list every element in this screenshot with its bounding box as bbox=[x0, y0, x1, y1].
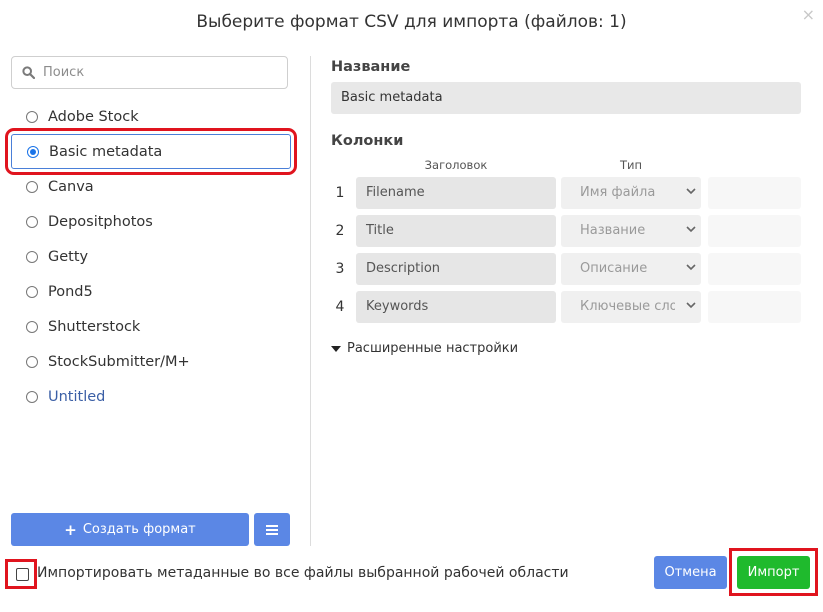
column-type-select[interactable]: Имя файла bbox=[561, 177, 701, 209]
columns-label: Колонки bbox=[331, 133, 404, 149]
column-type-value: Описание bbox=[580, 261, 648, 276]
radio-button[interactable] bbox=[26, 320, 38, 333]
chevron-down-icon bbox=[686, 264, 696, 271]
column-extra-field[interactable] bbox=[708, 291, 801, 323]
column-type-value: Название bbox=[580, 223, 646, 238]
format-label: Adobe Stock bbox=[48, 108, 139, 125]
row-number: 2 bbox=[335, 223, 345, 239]
radio-button[interactable] bbox=[26, 390, 38, 403]
format-label: Basic metadata bbox=[49, 143, 163, 160]
format-label: Pond5 bbox=[48, 283, 93, 300]
radio-button[interactable] bbox=[26, 215, 38, 228]
column-header-field[interactable]: Filename bbox=[356, 177, 556, 209]
import-button-highlight: Импорт bbox=[729, 548, 818, 596]
create-format-label: Создать формат bbox=[82, 522, 196, 537]
column-type-select[interactable]: Название bbox=[561, 215, 701, 247]
row-number: 1 bbox=[335, 185, 345, 201]
import-all-checkbox[interactable] bbox=[16, 568, 29, 581]
cancel-button[interactable]: Отмена bbox=[654, 556, 727, 589]
format-label: Getty bbox=[48, 248, 89, 265]
caret-down-icon bbox=[331, 345, 341, 352]
format-item-basic-metadata[interactable]: Basic metadata bbox=[5, 128, 297, 175]
column-type-select[interactable]: Описание bbox=[561, 253, 701, 285]
column-row: 3 Description Описание bbox=[331, 253, 801, 285]
format-label: Shutterstock bbox=[48, 318, 141, 335]
format-list: Adobe Stock Basic metadata Canva Deposit… bbox=[5, 99, 297, 414]
column-type-select[interactable]: Ключевые слова bbox=[561, 291, 701, 323]
search-input[interactable] bbox=[41, 64, 275, 81]
column-row: 2 Title Название bbox=[331, 215, 801, 247]
format-item-depositphotos[interactable]: Depositphotos bbox=[11, 204, 291, 239]
dialog-title: Выберите формат CSV для импорта (файлов:… bbox=[196, 12, 627, 32]
column-row: 1 Filename Имя файла bbox=[331, 177, 801, 209]
import-all-checkbox-label[interactable]: Импортировать метаданные во все файлы вы… bbox=[37, 565, 569, 581]
column-row: 4 Keywords Ключевые слова bbox=[331, 291, 801, 323]
format-item-adobe-stock[interactable]: Adobe Stock bbox=[11, 99, 291, 134]
panel-divider bbox=[310, 56, 311, 546]
format-menu-button[interactable] bbox=[254, 513, 290, 546]
format-item-shutterstock[interactable]: Shutterstock bbox=[11, 309, 291, 344]
chevron-down-icon bbox=[686, 302, 696, 309]
format-item-untitled[interactable]: Untitled bbox=[11, 379, 291, 414]
name-label: Название bbox=[331, 59, 411, 75]
radio-button[interactable] bbox=[27, 145, 39, 158]
radio-button[interactable] bbox=[26, 110, 38, 123]
close-icon[interactable]: × bbox=[802, 5, 815, 24]
hamburger-menu-icon bbox=[266, 524, 278, 535]
advanced-settings-label: Расширенные настройки bbox=[347, 341, 519, 356]
format-item-stocksubmitter[interactable]: StockSubmitter/M+ bbox=[11, 344, 291, 379]
format-item-getty[interactable]: Getty bbox=[11, 239, 291, 274]
radio-button[interactable] bbox=[26, 180, 38, 193]
format-label: Depositphotos bbox=[48, 213, 153, 230]
column-header-field[interactable]: Keywords bbox=[356, 291, 556, 323]
plus-icon: + bbox=[64, 520, 77, 539]
column-type-value: Имя файла bbox=[580, 185, 656, 200]
column-extra-field[interactable] bbox=[708, 253, 801, 285]
search-icon bbox=[22, 66, 35, 79]
format-label: StockSubmitter/M+ bbox=[48, 353, 190, 370]
radio-button[interactable] bbox=[26, 285, 38, 298]
chevron-down-icon bbox=[686, 226, 696, 233]
column-type-value: Ключевые слова bbox=[580, 299, 675, 314]
column-extra-field[interactable] bbox=[708, 177, 801, 209]
chevron-down-icon bbox=[686, 188, 696, 195]
format-label: Untitled bbox=[48, 388, 106, 405]
format-label: Canva bbox=[48, 178, 94, 195]
column-header-field[interactable]: Title bbox=[356, 215, 556, 247]
format-item-canva[interactable]: Canva bbox=[11, 169, 291, 204]
create-format-button[interactable]: + Создать формат bbox=[11, 513, 249, 546]
import-all-checkbox-highlight bbox=[5, 559, 37, 589]
search-box[interactable] bbox=[11, 56, 288, 89]
advanced-settings-toggle[interactable]: Расширенные настройки bbox=[331, 341, 518, 356]
radio-button[interactable] bbox=[26, 355, 38, 368]
name-field[interactable]: Basic metadata bbox=[331, 82, 801, 114]
import-button[interactable]: Импорт bbox=[737, 556, 810, 589]
column-extra-field[interactable] bbox=[708, 215, 801, 247]
row-number: 4 bbox=[335, 299, 345, 315]
row-number: 3 bbox=[335, 261, 345, 277]
radio-button[interactable] bbox=[26, 250, 38, 263]
format-item-pond5[interactable]: Pond5 bbox=[11, 274, 291, 309]
column-header-field[interactable]: Description bbox=[356, 253, 556, 285]
column-header-type: Тип bbox=[619, 158, 643, 172]
column-header-header: Заголовок bbox=[424, 158, 488, 172]
